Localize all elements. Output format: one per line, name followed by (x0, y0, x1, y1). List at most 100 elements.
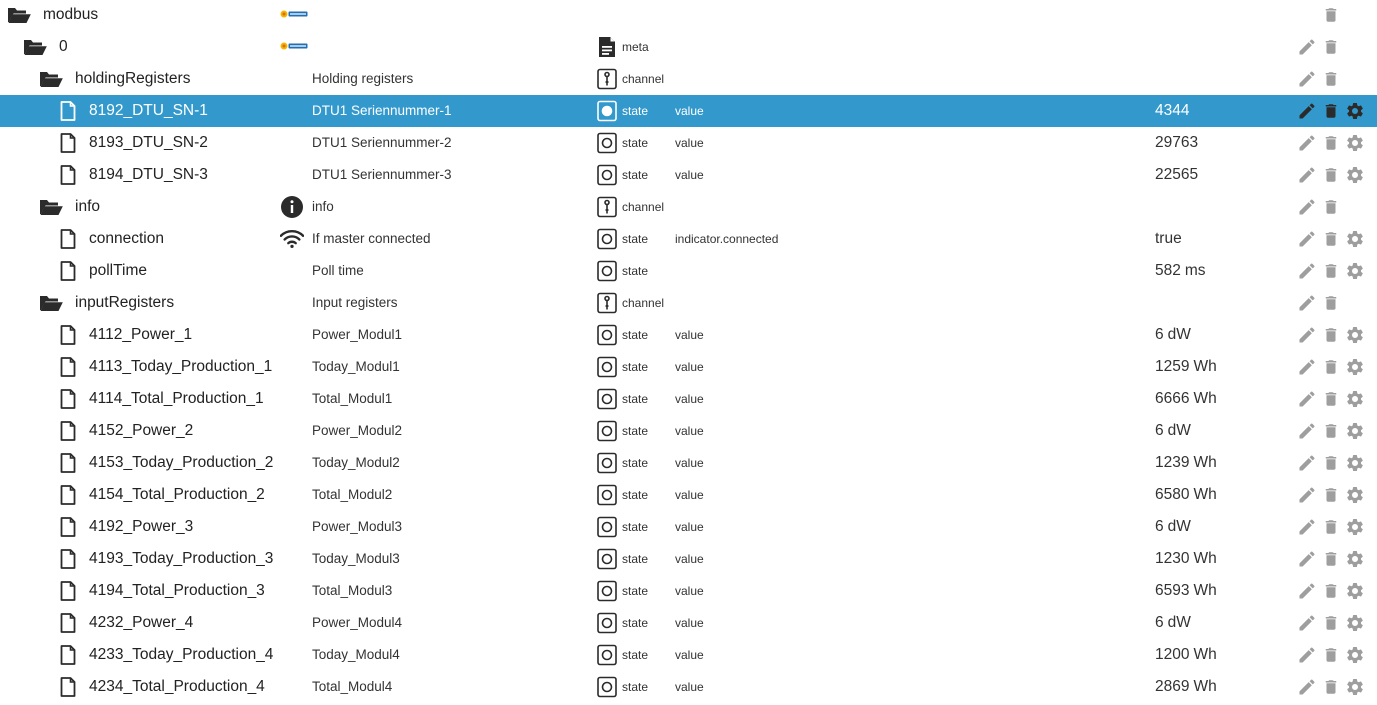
object-value[interactable]: 2869 Wh (1155, 671, 1217, 703)
delete-button[interactable] (1321, 485, 1341, 505)
edit-button[interactable] (1297, 165, 1317, 185)
tree-state-row[interactable]: 8192_DTU_SN-1 DTU1 Seriennummer-1 state val… (0, 95, 1377, 127)
edit-button[interactable] (1297, 69, 1317, 89)
settings-button[interactable] (1345, 677, 1365, 697)
delete-button[interactable] (1321, 69, 1341, 89)
delete-button[interactable] (1321, 325, 1341, 345)
delete-button[interactable] (1321, 5, 1341, 25)
tree-state-row[interactable]: 4112_Power_1 Power_Modul1 state value 6 dW (0, 319, 1377, 351)
object-id[interactable]: 0 (59, 31, 68, 63)
object-id[interactable]: inputRegisters (75, 287, 174, 319)
object-value[interactable]: 1230 Wh (1155, 543, 1217, 575)
object-id[interactable]: holdingRegisters (75, 63, 190, 95)
delete-button[interactable] (1321, 549, 1341, 569)
object-value[interactable]: 6 dW (1155, 607, 1191, 639)
tree-folder-row[interactable]: inputRegisters Input registers channel (0, 287, 1377, 319)
folder-open-icon[interactable] (22, 37, 48, 57)
object-value[interactable]: 582 ms (1155, 255, 1206, 287)
delete-button[interactable] (1321, 453, 1341, 473)
delete-button[interactable] (1321, 677, 1341, 697)
object-id[interactable]: 4153_Today_Production_2 (89, 447, 273, 479)
object-id[interactable]: 4193_Today_Production_3 (89, 543, 273, 575)
tree-state-row[interactable]: 4234_Total_Production_4 Total_Modul4 state… (0, 671, 1377, 703)
object-id[interactable]: 4114_Total_Production_1 (89, 383, 264, 415)
folder-open-icon[interactable] (38, 197, 64, 217)
edit-button[interactable] (1297, 133, 1317, 153)
settings-button[interactable] (1345, 261, 1365, 281)
tree-state-row[interactable]: 4113_Today_Production_1 Today_Modul1 state… (0, 351, 1377, 383)
tree-state-row[interactable]: 4153_Today_Production_2 Today_Modul2 state… (0, 447, 1377, 479)
object-id[interactable]: modbus (43, 0, 98, 31)
edit-button[interactable] (1297, 389, 1317, 409)
edit-button[interactable] (1297, 549, 1317, 569)
delete-button[interactable] (1321, 517, 1341, 537)
edit-button[interactable] (1297, 197, 1317, 217)
object-id[interactable]: 4112_Power_1 (89, 319, 192, 351)
object-value[interactable]: 29763 (1155, 127, 1198, 159)
settings-button[interactable] (1345, 133, 1365, 153)
delete-button[interactable] (1321, 421, 1341, 441)
folder-open-icon[interactable] (38, 69, 64, 89)
object-id[interactable]: 4154_Total_Production_2 (89, 479, 265, 511)
edit-button[interactable] (1297, 293, 1317, 313)
object-value[interactable]: 6 dW (1155, 511, 1191, 543)
tree-state-row[interactable]: 4192_Power_3 Power_Modul3 state value 6 dW (0, 511, 1377, 543)
settings-button[interactable] (1345, 357, 1365, 377)
tree-folder-row[interactable]: holdingRegisters Holding registers channel (0, 63, 1377, 95)
object-id[interactable]: pollTime (89, 255, 147, 287)
edit-button[interactable] (1297, 101, 1317, 121)
delete-button[interactable] (1321, 645, 1341, 665)
object-id[interactable]: 4194_Total_Production_3 (89, 575, 265, 607)
delete-button[interactable] (1321, 389, 1341, 409)
edit-button[interactable] (1297, 613, 1317, 633)
delete-button[interactable] (1321, 165, 1341, 185)
object-id[interactable]: connection (89, 223, 164, 255)
edit-button[interactable] (1297, 485, 1317, 505)
settings-button[interactable] (1345, 389, 1365, 409)
tree-state-row[interactable]: 4152_Power_2 Power_Modul2 state value 6 dW (0, 415, 1377, 447)
object-value[interactable]: 1239 Wh (1155, 447, 1217, 479)
edit-button[interactable] (1297, 645, 1317, 665)
object-id[interactable]: 4113_Today_Production_1 (89, 351, 272, 383)
object-id[interactable]: 4233_Today_Production_4 (89, 639, 273, 671)
tree-folder-row[interactable]: modbus (0, 0, 1377, 31)
settings-button[interactable] (1345, 453, 1365, 473)
object-value[interactable]: 1259 Wh (1155, 351, 1217, 383)
folder-open-icon[interactable] (38, 293, 64, 313)
edit-button[interactable] (1297, 357, 1317, 377)
delete-button[interactable] (1321, 197, 1341, 217)
tree-state-row[interactable]: 4114_Total_Production_1 Total_Modul1 state… (0, 383, 1377, 415)
object-value[interactable]: true (1155, 223, 1182, 255)
settings-button[interactable] (1345, 229, 1365, 249)
object-value[interactable]: 22565 (1155, 159, 1198, 191)
tree-state-row[interactable]: 4193_Today_Production_3 Today_Modul3 state… (0, 543, 1377, 575)
delete-button[interactable] (1321, 581, 1341, 601)
object-value[interactable]: 6 dW (1155, 319, 1191, 351)
settings-button[interactable] (1345, 421, 1365, 441)
tree-folder-row[interactable]: 0 meta (0, 31, 1377, 63)
tree-state-row[interactable]: pollTime Poll time state 582 ms (0, 255, 1377, 287)
settings-button[interactable] (1345, 325, 1365, 345)
delete-button[interactable] (1321, 613, 1341, 633)
object-value[interactable]: 6666 Wh (1155, 383, 1217, 415)
edit-button[interactable] (1297, 581, 1317, 601)
settings-button[interactable] (1345, 485, 1365, 505)
object-id[interactable]: 4232_Power_4 (89, 607, 193, 639)
object-value[interactable]: 6580 Wh (1155, 479, 1217, 511)
edit-button[interactable] (1297, 421, 1317, 441)
object-id[interactable]: 4234_Total_Production_4 (89, 671, 265, 703)
object-value[interactable]: 6593 Wh (1155, 575, 1217, 607)
settings-button[interactable] (1345, 581, 1365, 601)
object-id[interactable]: 8193_DTU_SN-2 (89, 127, 208, 159)
edit-button[interactable] (1297, 453, 1317, 473)
settings-button[interactable] (1345, 517, 1365, 537)
edit-button[interactable] (1297, 261, 1317, 281)
tree-state-row[interactable]: 4232_Power_4 Power_Modul4 state value 6 dW (0, 607, 1377, 639)
object-value[interactable]: 4344 (1155, 95, 1189, 127)
tree-state-row[interactable]: 4233_Today_Production_4 Today_Modul4 state… (0, 639, 1377, 671)
tree-state-row[interactable]: 4194_Total_Production_3 Total_Modul3 state… (0, 575, 1377, 607)
object-id[interactable]: 4192_Power_3 (89, 511, 193, 543)
object-value[interactable]: 6 dW (1155, 415, 1191, 447)
settings-button[interactable] (1345, 549, 1365, 569)
delete-button[interactable] (1321, 37, 1341, 57)
